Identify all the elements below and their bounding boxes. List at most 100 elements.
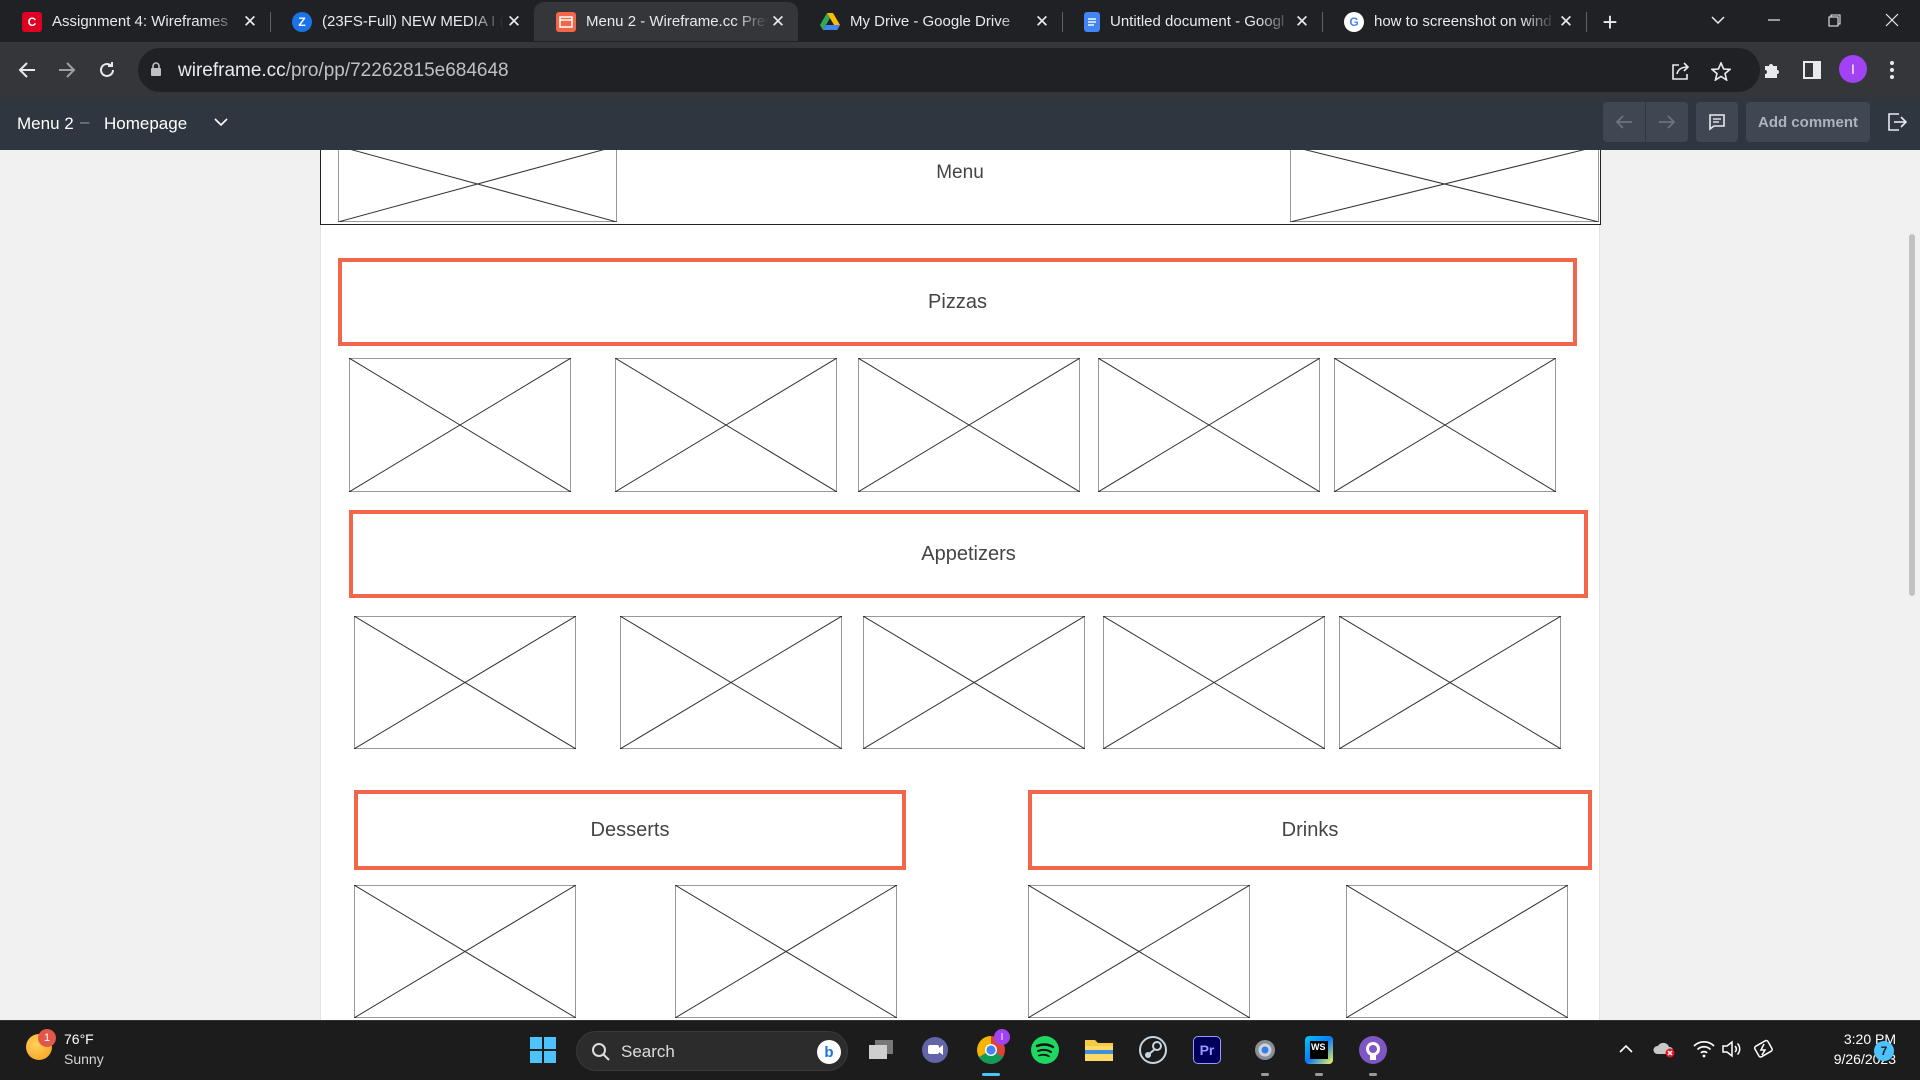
header-menu-label: Menu <box>936 162 984 183</box>
pizza-image-placeholder <box>858 358 1080 492</box>
wireframe-icon <box>556 11 576 32</box>
close-window-button[interactable] <box>1864 0 1920 40</box>
side-panel-icon[interactable] <box>1796 54 1828 86</box>
tab-how-to-screenshot[interactable]: G how to screenshot on wind ✕ <box>1322 2 1586 41</box>
wifi-icon[interactable] <box>1692 1037 1716 1061</box>
tab-new-media[interactable]: Z (23FS-Full) NEW MEDIA I (0 ✕ <box>270 2 534 41</box>
extensions-icon[interactable] <box>1756 54 1788 86</box>
close-tab-icon[interactable]: ✕ <box>240 12 260 32</box>
section-drinks: Drinks <box>1028 790 1592 870</box>
google-docs-icon <box>1084 11 1100 32</box>
chrome-running-indicator <box>982 1073 1000 1076</box>
exit-preview-icon[interactable] <box>1880 102 1914 142</box>
dessert-image-placeholder <box>675 885 897 1018</box>
address-bar[interactable]: wireframe.cc/pro/pp/72262815e684648 <box>138 48 1760 92</box>
weather-condition[interactable]: Sunny <box>64 1051 104 1067</box>
settings-icon[interactable] <box>1248 1033 1282 1067</box>
onedrive-error-icon[interactable] <box>1652 1037 1676 1061</box>
header-image-placeholder-right <box>1290 150 1599 222</box>
uc-logo-icon: C <box>22 11 42 32</box>
new-tab-button[interactable]: + <box>1596 7 1624 37</box>
bookmark-star-icon[interactable] <box>1710 60 1732 82</box>
tab-title: (23FS-Full) NEW MEDIA I (0 <box>322 13 504 30</box>
appetizer-image-placeholder <box>863 616 1085 749</box>
tab-title: Menu 2 - Wireframe.cc Prev <box>586 13 768 30</box>
url-host: wireframe.cc <box>178 60 286 81</box>
section-appetizers: Appetizers <box>349 510 1588 598</box>
windows-start-icon[interactable] <box>526 1033 560 1067</box>
page-dropdown-chevron-icon[interactable] <box>214 114 230 130</box>
section-pizzas: Pizzas <box>338 258 1577 346</box>
notification-badge[interactable]: 7 <box>1874 1041 1894 1061</box>
google-icon: G <box>1344 11 1364 32</box>
settings-running-indicator <box>1261 1073 1269 1076</box>
lock-icon[interactable] <box>150 62 162 82</box>
close-tab-icon[interactable]: ✕ <box>504 12 524 32</box>
bing-icon[interactable]: b <box>817 1040 841 1064</box>
tab-title: My Drive - Google Drive <box>850 13 1011 30</box>
url-text: wireframe.cc/pro/pp/72262815e684648 <box>178 60 509 82</box>
wireframe-app-bar: Menu 2 – Homepage Add comment <box>0 98 1920 150</box>
url-path: /pro/pp/72262815e684648 <box>285 60 509 81</box>
close-tab-icon[interactable]: ✕ <box>768 12 788 32</box>
tab-assignment-4[interactable]: C Assignment 4: Wireframes ✕ <box>0 2 270 41</box>
chrome-menu-icon[interactable] <box>1876 54 1908 86</box>
section-desserts: Desserts <box>354 790 906 870</box>
battery-charging-icon[interactable] <box>1752 1037 1776 1061</box>
show-hidden-icons-chevron-icon[interactable] <box>1614 1037 1638 1061</box>
profile-avatar[interactable]: I <box>1839 55 1867 83</box>
close-tab-icon[interactable]: ✕ <box>1556 12 1576 32</box>
webstorm-icon[interactable]: WS <box>1302 1033 1336 1067</box>
volume-icon[interactable] <box>1720 1037 1744 1061</box>
drink-image-placeholder <box>1028 885 1250 1018</box>
previous-page-button[interactable] <box>1603 102 1645 142</box>
github-running-indicator <box>1369 1073 1377 1076</box>
share-icon[interactable] <box>1670 60 1692 82</box>
tab-untitled-document[interactable]: Untitled document - Googl ✕ <box>1062 2 1322 41</box>
tab-title: Untitled document - Googl <box>1110 13 1285 30</box>
windows-taskbar: 1 76°F Sunny Search b I Pr WS 3:20 PM 9/… <box>0 1020 1920 1080</box>
github-desktop-icon[interactable] <box>1356 1033 1390 1067</box>
spotify-icon[interactable] <box>1028 1033 1062 1067</box>
chrome-profile-badge: I <box>994 1029 1010 1045</box>
search-icon <box>591 1042 611 1067</box>
tab-divider <box>1586 12 1587 32</box>
close-tab-icon[interactable]: ✕ <box>1292 12 1312 32</box>
teams-icon[interactable] <box>918 1033 952 1067</box>
header-image-placeholder-left <box>338 150 617 222</box>
weather-badge: 1 <box>38 1029 56 1047</box>
wireframe-canvas: Menu Pizzas Appetizers Desserts Drinks <box>0 150 1920 1020</box>
tab-title: how to screenshot on wind <box>1374 13 1552 30</box>
pizza-image-placeholder <box>349 358 571 492</box>
comments-button[interactable] <box>1696 102 1738 142</box>
premiere-icon[interactable]: Pr <box>1190 1033 1224 1067</box>
project-name[interactable]: Menu 2 <box>17 114 74 134</box>
appetizer-image-placeholder <box>1339 616 1561 749</box>
steam-icon[interactable] <box>1136 1033 1170 1067</box>
minimize-button[interactable] <box>1746 0 1802 40</box>
google-drive-icon <box>820 12 840 32</box>
restore-button[interactable] <box>1806 0 1862 40</box>
close-tab-icon[interactable]: ✕ <box>1032 12 1052 32</box>
browser-tab-strip: C Assignment 4: Wireframes ✕ Z (23FS-Ful… <box>0 0 1920 42</box>
taskbar-search-box[interactable]: Search b <box>576 1031 848 1071</box>
browser-toolbar: wireframe.cc/pro/pp/72262815e684648 I <box>0 42 1920 98</box>
drink-image-placeholder <box>1346 885 1568 1018</box>
tab-google-drive[interactable]: My Drive - Google Drive ✕ <box>798 2 1062 41</box>
dessert-image-placeholder <box>354 885 576 1018</box>
forward-button[interactable] <box>51 54 83 86</box>
page-name[interactable]: Homepage <box>104 114 187 134</box>
appetizer-image-placeholder <box>354 616 576 749</box>
pizza-image-placeholder <box>1098 358 1320 492</box>
task-view-icon[interactable] <box>864 1033 898 1067</box>
scrollbar-thumb[interactable] <box>1909 234 1915 596</box>
tab-menu-2-wireframe[interactable]: Menu 2 - Wireframe.cc Prev ✕ <box>534 2 798 41</box>
add-comment-button[interactable]: Add comment <box>1746 102 1870 142</box>
appetizer-image-placeholder <box>1103 616 1325 749</box>
reload-button[interactable] <box>91 54 123 86</box>
next-page-button[interactable] <box>1646 102 1688 142</box>
weather-temperature[interactable]: 76°F <box>64 1031 94 1047</box>
back-button[interactable] <box>11 54 43 86</box>
file-explorer-icon[interactable] <box>1082 1033 1116 1067</box>
tab-search-chevron-icon[interactable] <box>1690 0 1746 40</box>
